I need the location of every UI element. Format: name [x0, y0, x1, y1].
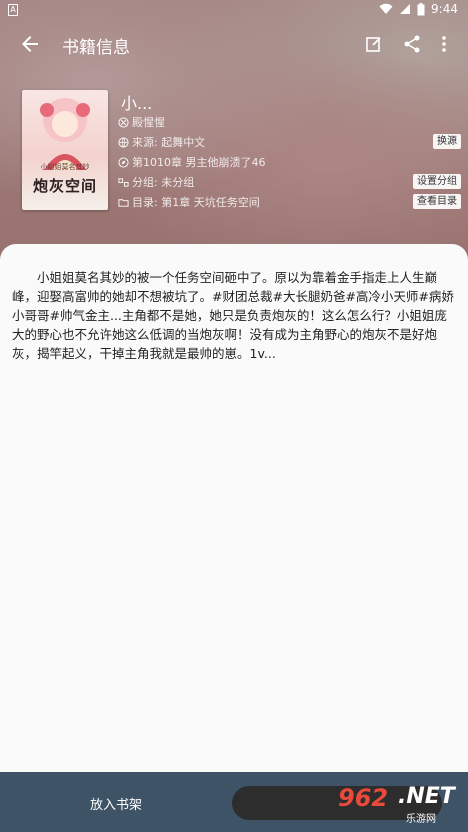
more-vertical-icon[interactable] — [434, 34, 454, 54]
share-icon[interactable] — [402, 34, 422, 54]
source-text: 来源: 起舞中文 — [132, 136, 206, 149]
wifi-icon — [379, 3, 393, 14]
set-group-button[interactable]: 设置分组 — [413, 174, 461, 189]
cover-title: 炮灰空间 — [32, 177, 97, 195]
book-name: 小... — [121, 94, 153, 113]
toc-row: 目录: 第1章 天坑任务空间 — [118, 194, 260, 210]
watermark-number: 962 — [338, 784, 389, 812]
watermark-subtitle: 乐游网 — [406, 814, 436, 825]
app-notification-icon: A — [8, 4, 18, 16]
change-source-button[interactable]: 换源 — [433, 134, 461, 149]
source-row: 来源: 起舞中文 — [118, 134, 205, 150]
author-row: 殿惺惺 — [118, 114, 165, 130]
group-icon — [118, 177, 129, 187]
globe-icon — [118, 136, 129, 148]
book-cover[interactable]: 小姐姐莫名其妙 炮灰空间 — [22, 90, 108, 210]
folder-icon — [118, 198, 129, 207]
view-toc-button[interactable]: 查看目录 — [413, 194, 461, 209]
watermark-net: .NET — [398, 784, 455, 809]
book-intro: 小姐姐莫名其妙的被一个任务空间砸中了。原以为靠着金手指走上人生巅峰，迎娶高富帅的… — [12, 270, 454, 361]
intro-sheet: 小姐姐莫名其妙的被一个任务空间砸中了。原以为靠着金手指走上人生巅峰，迎娶高富帅的… — [0, 244, 468, 776]
latest-chapter-row: 第1010章 男主他崩溃了46 — [118, 154, 266, 170]
battery-icon — [417, 2, 425, 15]
edit-icon[interactable] — [364, 34, 384, 54]
latest-chapter-text: 第1010章 男主他崩溃了46 — [132, 156, 266, 169]
watermark-logo: 962 .NET 乐游网 — [332, 780, 462, 826]
clock: 9:44 — [431, 2, 458, 16]
compass-icon — [118, 156, 129, 168]
signal-icon — [400, 4, 411, 14]
toc-text: 目录: 第1章 天坑任务空间 — [132, 196, 260, 209]
group-text: 分组: 未分组 — [132, 176, 195, 189]
back-arrow-icon[interactable] — [18, 32, 42, 56]
page-title: 书籍信息 — [62, 38, 130, 58]
status-bar: A 9:44 — [0, 0, 468, 20]
author-icon — [118, 116, 129, 128]
add-to-shelf-button[interactable]: 放入书架 — [90, 794, 142, 813]
group-row: 分组: 未分组 — [118, 174, 194, 190]
toolbar: 书籍信息 — [0, 24, 468, 64]
cover-subtitle: 小姐姐莫名其妙 — [40, 163, 90, 171]
author-text: 殿惺惺 — [132, 116, 165, 129]
